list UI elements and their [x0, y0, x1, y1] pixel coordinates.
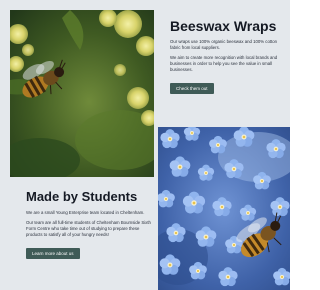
bee-on-blue-flowers-photo	[158, 127, 290, 290]
made-by-students-heading: Made by Students	[26, 189, 138, 204]
students-paragraph-1: We are a small Young Enterprise team loc…	[26, 210, 145, 215]
beeswax-wraps-section: Beeswax Wraps Our wraps use 100% organic…	[170, 18, 288, 95]
bee-on-yellow-flower-photo	[10, 10, 154, 177]
students-paragraph-2: Our team are all full-time students of C…	[26, 220, 151, 237]
made-by-students-section: Made by Students We are a small Young En…	[26, 188, 152, 260]
check-them-out-button[interactable]: Check them out	[170, 83, 214, 94]
wraps-paragraph-2: We aim to create more recognition with l…	[170, 55, 278, 72]
beeswax-wraps-heading: Beeswax Wraps	[170, 18, 277, 34]
bee-photo-art	[10, 10, 154, 177]
flowers-photo-art	[158, 127, 290, 290]
wraps-paragraph-1: Our wraps use 100% organic beeswax and 1…	[170, 39, 278, 50]
page: Beeswax Wraps Our wraps use 100% organic…	[0, 0, 290, 290]
learn-more-button[interactable]: Learn more about us	[26, 248, 80, 259]
